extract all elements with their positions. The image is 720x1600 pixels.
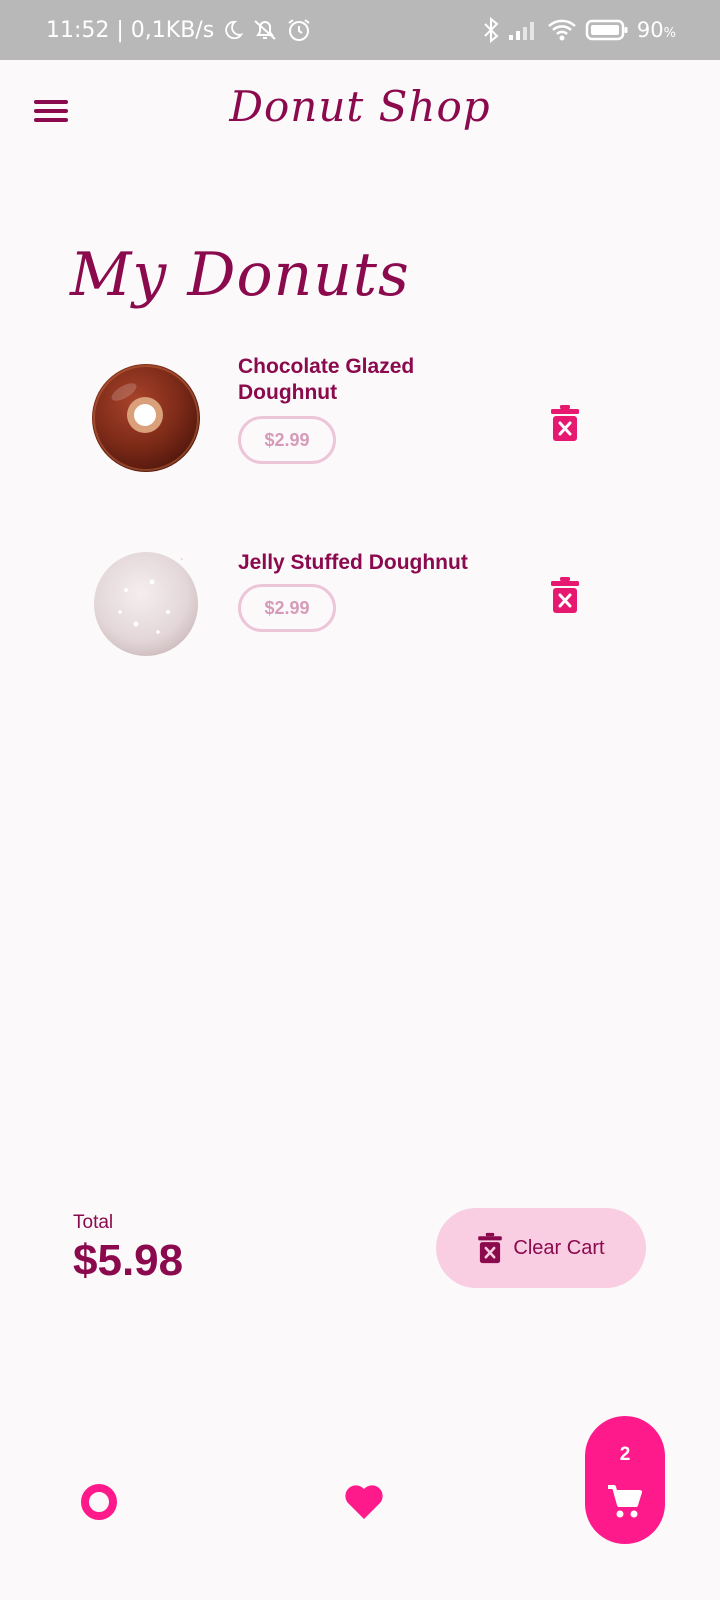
signal-icon (508, 22, 534, 40)
total-label: Total (73, 1212, 114, 1233)
alarm-icon (288, 19, 310, 41)
status-left: 11:52 | 0,1KB/s (46, 17, 312, 43)
chocolate-glazed-donut-image (92, 364, 200, 472)
item-name: Chocolate Glazed Doughnut (238, 355, 415, 404)
total-value: $5.98 (73, 1236, 184, 1285)
battery-value: 90 (636, 18, 664, 42)
status-right: 90% (483, 17, 676, 43)
powdered-jelly-donut-image (94, 552, 198, 656)
app-bar: Donut Shop (0, 60, 720, 170)
bluetooth-icon (484, 17, 499, 43)
trash-x-icon (478, 1232, 503, 1264)
status-bar: 11:52 | 0,1KB/s 90% (0, 0, 720, 60)
heart-icon[interactable] (344, 1484, 384, 1520)
status-time: 11:52 | 0,1KB/s (46, 17, 215, 43)
item-name: Jelly Stuffed Doughnut (238, 551, 468, 574)
cart-item: Jelly Stuffed Doughnut $2.99 (0, 536, 720, 686)
wifi-icon (548, 19, 576, 41)
moon-icon (225, 20, 244, 40)
battery-percentage: 90% (637, 18, 676, 42)
cart-icon (608, 1485, 642, 1518)
trash-x-icon[interactable] (550, 404, 580, 442)
battery-unit: % (663, 26, 676, 41)
cart-item: Chocolate Glazed Doughnut $2.99 (0, 354, 720, 504)
clear-cart-label: Clear Cart (513, 1236, 605, 1259)
item-price: $2.99 (238, 584, 336, 632)
page-heading: My Donuts (70, 240, 410, 310)
cart-nav-button[interactable]: 2 (585, 1416, 665, 1544)
battery-icon (585, 19, 628, 41)
screen: 11:52 | 0,1KB/s 90% Donut Shop My Donuts (0, 0, 720, 1600)
trash-x-icon[interactable] (550, 576, 580, 614)
app-title: Donut Shop (229, 82, 491, 131)
mute-bell-icon (254, 20, 276, 40)
clear-cart-button[interactable]: Clear Cart (436, 1208, 646, 1288)
bottom-nav: 2 (0, 1400, 720, 1600)
item-price: $2.99 (238, 416, 336, 464)
donut-ring-icon[interactable] (81, 1484, 117, 1520)
cart-count-badge: 2 (619, 1444, 631, 1465)
